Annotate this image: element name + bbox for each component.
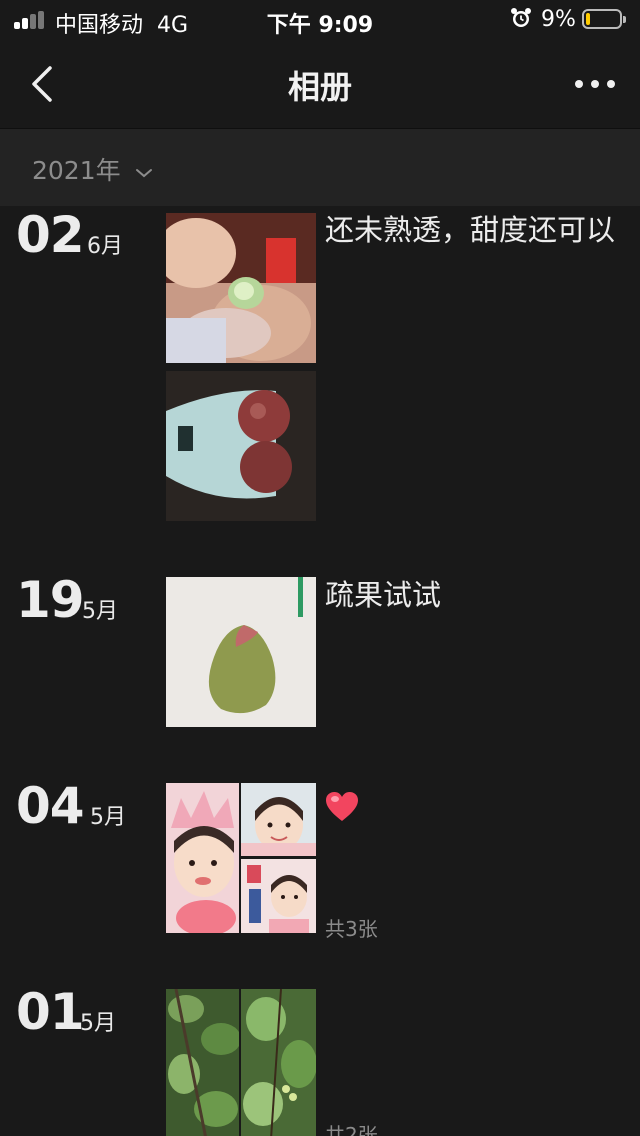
entry-month: 5月: [82, 599, 118, 624]
nav-bar: 相册: [0, 40, 640, 129]
year-filter-bar: 2021年: [0, 129, 640, 206]
battery-percent: 9%: [541, 7, 576, 32]
entry-day: 19: [16, 571, 85, 629]
entry-caption: 疏果试试: [325, 578, 442, 612]
year-filter[interactable]: 2021年: [32, 151, 153, 187]
heart-icon: [326, 792, 358, 821]
photo-thumbnail[interactable]: [166, 989, 239, 1136]
entry-caption: 还未熟透，甜度还可以: [325, 213, 616, 247]
year-label: 2021年: [32, 156, 121, 185]
battery-icon: [582, 9, 626, 29]
photo-thumbnail[interactable]: [241, 783, 316, 856]
album-screen: 中国移动 4G 下午 9:09 9% 相册 2021年 02 6月 还未熟透，甜…: [0, 0, 640, 1136]
album-feed[interactable]: 02 6月 还未熟透，甜度还可以 19 5月 疏果试试 04 5月 共3张 01…: [0, 206, 640, 1136]
photo-thumbnail[interactable]: [241, 989, 316, 1136]
status-bar: 中国移动 4G 下午 9:09 9%: [0, 0, 640, 40]
photo-count: 共3张: [325, 917, 378, 941]
entry-day: 02: [16, 206, 85, 264]
page-title: 相册: [287, 68, 352, 106]
entry-day: 04: [16, 777, 85, 835]
photo-count: 共2张: [325, 1123, 378, 1136]
photo-thumbnail[interactable]: [166, 213, 316, 363]
more-icon[interactable]: [570, 60, 620, 108]
photo-thumbnail[interactable]: [166, 577, 316, 727]
chevron-down-icon: [135, 169, 152, 178]
photo-thumbnail[interactable]: [166, 371, 316, 521]
photo-thumbnail[interactable]: [241, 859, 316, 933]
entry-month: 5月: [90, 805, 126, 830]
alarm-icon: [511, 8, 531, 27]
entry-month: 6月: [87, 234, 123, 259]
entry-month: 5月: [80, 1011, 116, 1036]
photo-thumbnail[interactable]: [166, 783, 239, 933]
entry-day: 01: [16, 983, 85, 1041]
